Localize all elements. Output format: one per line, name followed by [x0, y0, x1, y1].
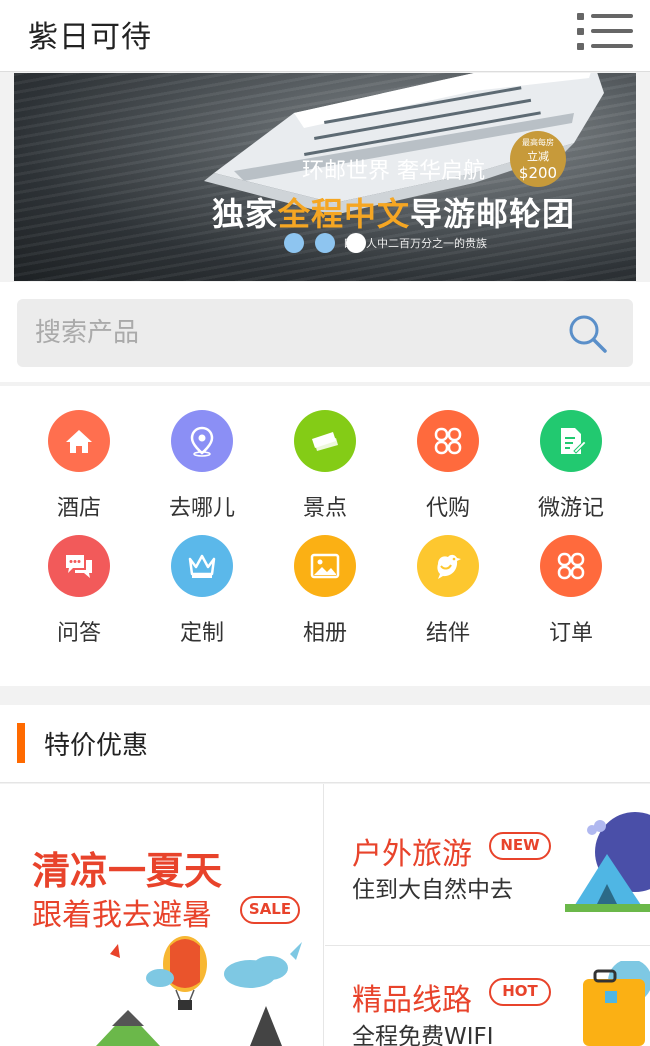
banner-headline-suffix: 导游邮轮团 — [410, 195, 576, 233]
note-edit-icon — [540, 410, 602, 472]
search-input[interactable] — [35, 313, 535, 353]
banner-subtitle: 环邮世界 奢华启航 — [302, 159, 485, 184]
badge-amount: $200 — [518, 164, 558, 182]
search-icon[interactable] — [567, 313, 609, 355]
search-section — [0, 282, 650, 382]
site-title: 紫日可待 — [28, 20, 152, 55]
grid-item-hotel[interactable]: 酒店 — [14, 410, 144, 530]
grid-item-album[interactable]: 相册 — [260, 535, 390, 655]
carousel-dot-2[interactable] — [315, 233, 335, 253]
grid-label: 酒店 — [56, 496, 101, 521]
hero-banner[interactable]: 环邮世界 奢华启航 独家全程中文导游邮轮团 最高每房 立减 $200 四亿人中二… — [14, 73, 636, 281]
promo-title: 户外旅游 — [352, 837, 472, 872]
promo-card-routes[interactable]: 精品线路 HOT 全程免费WIFI — [325, 947, 650, 1046]
grid-label: 问答 — [56, 621, 101, 646]
menu-icon[interactable] — [575, 10, 635, 52]
grid-label: 相册 — [302, 621, 347, 646]
badge-top-text: 最高每房 — [522, 138, 554, 147]
promo-title: 精品线路 — [352, 983, 472, 1018]
summer-illustration — [96, 936, 302, 1046]
banner-headline: 独家全程中文导游邮轮团 — [212, 189, 575, 235]
section-accent-bar — [17, 723, 25, 763]
promo-subtitle: 跟着我去避暑 — [32, 898, 212, 933]
carousel-dot-1[interactable] — [284, 233, 304, 253]
chat-bubble-icon — [48, 535, 110, 597]
grid-label: 景点 — [302, 496, 347, 521]
grid-item-custom[interactable]: 定制 — [137, 535, 267, 655]
home-icon — [48, 410, 110, 472]
section-header-deals: 特价优惠 — [0, 705, 650, 783]
category-grid: 酒店 去哪儿 景点 代购 微游记 问答 定制 相册 结伴 订单 — [0, 386, 650, 686]
top-bar: 紫日可待 — [0, 0, 650, 72]
promo-subtitle: 住到大自然中去 — [352, 877, 513, 903]
grid-item-destinations[interactable]: 去哪儿 — [137, 410, 267, 530]
grid-item-travel-notes[interactable]: 微游记 — [506, 410, 636, 530]
clover-icon — [417, 410, 479, 472]
grid-label: 定制 — [179, 621, 224, 646]
section-title: 特价优惠 — [44, 731, 149, 761]
grid-label: 订单 — [548, 621, 593, 646]
grid-label: 去哪儿 — [168, 496, 235, 521]
grid-label: 微游记 — [537, 496, 604, 521]
grid-item-orders[interactable]: 订单 — [506, 535, 636, 655]
grid-item-attractions[interactable]: 景点 — [260, 410, 390, 530]
new-badge: NEW — [489, 832, 551, 860]
grid-item-shopping[interactable]: 代购 — [383, 410, 513, 530]
grid-label: 代购 — [425, 496, 470, 521]
banner-headline-highlight: 全程中文 — [278, 195, 411, 233]
grid-item-qa[interactable]: 问答 — [14, 535, 144, 655]
badge-mid-text: 立减 — [527, 150, 549, 163]
tent-illustration — [565, 812, 650, 912]
carousel-dot-3-active[interactable] — [346, 233, 366, 253]
suitcase-illustration — [583, 961, 650, 1046]
promo-subtitle: 全程免费WIFI — [352, 1024, 494, 1046]
promo-grid: 清凉一夏天 跟着我去避暑 SALE 户外旅游 NEW 住到大自然中去 精品线路 … — [0, 784, 650, 1046]
promo-title: 清凉一夏天 — [32, 849, 223, 893]
image-icon — [294, 535, 356, 597]
location-pin-icon — [171, 410, 233, 472]
promo-card-outdoor[interactable]: 户外旅游 NEW 住到大自然中去 — [325, 784, 650, 946]
bird-icon — [417, 535, 479, 597]
grid-item-companions[interactable]: 结伴 — [383, 535, 513, 655]
sale-badge: SALE — [240, 896, 300, 924]
discount-badge: 最高每房 立减 $200 — [510, 131, 566, 187]
promo-card-summer[interactable]: 清凉一夏天 跟着我去避暑 SALE — [0, 784, 324, 1046]
grid-label: 结伴 — [425, 621, 470, 646]
banner-headline-prefix: 独家 — [212, 195, 279, 233]
clover-icon — [540, 535, 602, 597]
crown-icon — [171, 535, 233, 597]
hot-badge: HOT — [489, 978, 551, 1006]
search-bar[interactable] — [17, 299, 633, 367]
ticket-icon — [294, 410, 356, 472]
